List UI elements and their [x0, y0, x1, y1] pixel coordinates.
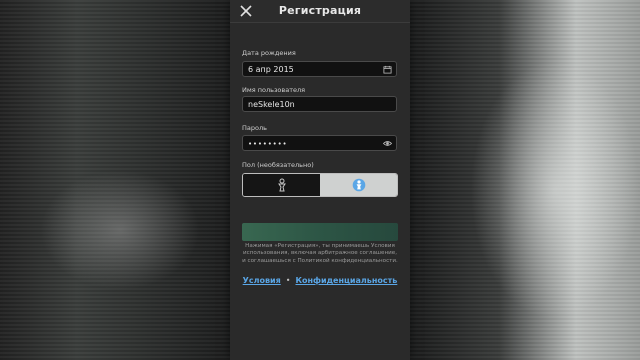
birthdate-value: 6 апр 2015 — [248, 65, 294, 74]
birthdate-label: Дата рождения — [242, 49, 296, 57]
gender-option-male[interactable] — [243, 174, 320, 196]
terms-link[interactable]: Условия — [243, 276, 281, 285]
username-field[interactable]: neSkele10n — [242, 96, 397, 112]
signup-dialog: Регистрация Дата рождения 6 апр 2015 Имя… — [230, 0, 410, 360]
privacy-link[interactable]: Конфиденциальность — [295, 276, 397, 285]
close-icon — [240, 5, 252, 17]
gender-selector — [242, 173, 398, 197]
gender-option-female[interactable] — [320, 174, 397, 196]
dialog-title: Регистрация — [278, 4, 362, 17]
links-separator: • — [285, 276, 291, 285]
gender-label: Пол (необязательно) — [242, 161, 314, 169]
dialog-header: Регистрация — [230, 0, 410, 23]
close-button[interactable] — [238, 3, 254, 19]
calendar-icon[interactable] — [383, 65, 392, 74]
password-label: Пароль — [242, 124, 267, 132]
username-label: Имя пользователя — [242, 86, 306, 94]
male-icon — [277, 178, 286, 192]
female-icon — [352, 178, 365, 192]
password-value: •••••••• — [248, 140, 288, 148]
legal-links: Условия • Конфиденциальность — [242, 276, 398, 285]
password-field[interactable]: •••••••• — [242, 135, 397, 151]
eye-icon[interactable] — [383, 139, 392, 148]
username-value: neSkele10n — [248, 100, 295, 109]
birthdate-field[interactable]: 6 апр 2015 — [242, 61, 397, 77]
background-blur-right — [470, 60, 640, 320]
register-button[interactable] — [242, 223, 398, 241]
background-blur-left — [40, 170, 200, 290]
terms-disclaimer: Нажимая «Регистрация», ты принимаешь Усл… — [242, 243, 398, 264]
